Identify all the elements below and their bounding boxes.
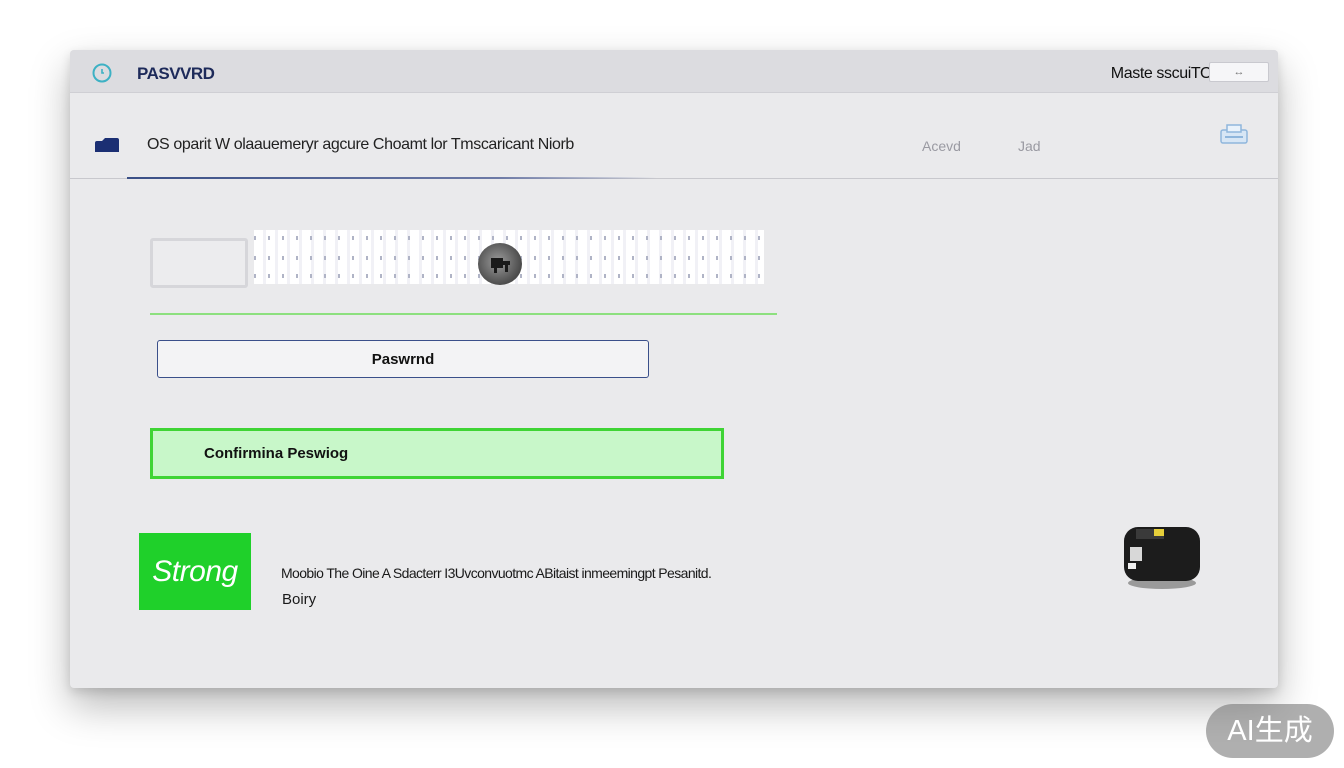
security-key-device-icon (1124, 527, 1200, 589)
window-resize-control[interactable]: ↔ (1209, 62, 1269, 82)
clock-icon (92, 63, 112, 83)
title-bar: PASVVRD Maste sscuiTO ↔ (70, 50, 1278, 93)
password-input[interactable] (157, 340, 649, 378)
strength-description: Moobio The Oine A Sdacterr I3Uvconvuotmc… (281, 565, 712, 581)
key-icon (491, 258, 510, 273)
confirm-password-input[interactable] (150, 428, 724, 479)
toolbar-underline (127, 177, 657, 179)
show-password-toggle[interactable] (478, 243, 522, 285)
strip-dots-top (254, 236, 764, 240)
folder-icon (95, 138, 119, 152)
toolbar-button-jad[interactable]: Jad (1018, 138, 1041, 154)
checkbox[interactable] (150, 238, 248, 288)
toolbar-description: OS oparit W olaauemeryr agcure Choamt lo… (147, 136, 574, 153)
strength-divider (150, 313, 777, 315)
strength-description-secondary: Boiry (282, 591, 317, 608)
ai-generated-badge: AI生成 (1206, 704, 1334, 758)
toolbar: OS oparit W olaauemeryr agcure Choamt lo… (70, 93, 1278, 179)
printer-icon[interactable] (1220, 123, 1248, 145)
toolbar-button-acevd[interactable]: Acevd (922, 138, 961, 154)
app-title: PASVVRD (137, 64, 215, 83)
title-right-label: Maste sscuiTO (1110, 65, 1213, 82)
password-window: PASVVRD Maste sscuiTO ↔ OS oparit W olaa… (70, 50, 1278, 688)
strength-badge: Strong (139, 533, 251, 610)
